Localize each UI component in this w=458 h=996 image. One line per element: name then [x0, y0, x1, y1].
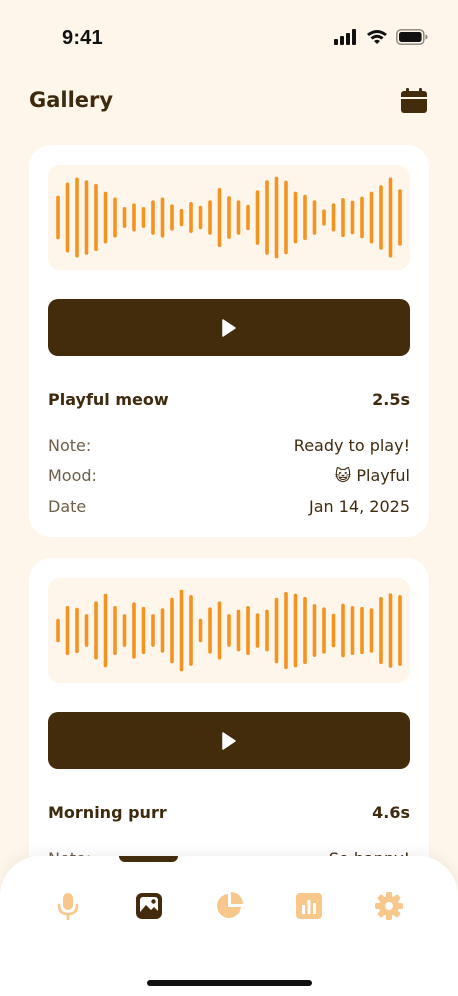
pie-chart-icon [217, 892, 243, 918]
gear-icon [375, 892, 403, 920]
recording-title: Playful meow [48, 390, 169, 409]
mood-row: Mood: 😺 Playful [48, 466, 410, 490]
tab-reports[interactable] [293, 890, 325, 922]
play-icon [222, 731, 236, 750]
calendar-button[interactable] [400, 87, 428, 115]
date-label: Date [48, 497, 87, 516]
waveform [48, 165, 410, 270]
tab-record[interactable] [52, 890, 84, 922]
tab-gallery[interactable] [133, 890, 165, 922]
status-icons [334, 29, 428, 45]
play-button[interactable] [48, 712, 410, 769]
tab-bar [0, 856, 458, 996]
wifi-icon [367, 30, 387, 44]
recording-card: Playful meow 2.5s Note: Ready to play! M… [29, 145, 429, 537]
waveform-graphic [56, 176, 402, 259]
waveform-graphic [56, 589, 402, 672]
note-label: Note: [48, 436, 92, 455]
battery-icon [396, 29, 428, 45]
active-tab-indicator [119, 856, 178, 862]
tab-mood-stats[interactable] [213, 890, 245, 922]
microphone-icon [57, 893, 79, 920]
note-value: Ready to play! [293, 436, 410, 455]
date-value: Jan 14, 2025 [309, 497, 410, 516]
mood-emoji: 😺 [334, 466, 352, 485]
play-icon [222, 318, 236, 337]
status-time: 9:41 [62, 27, 103, 49]
gallery-icon [136, 893, 162, 919]
waveform [48, 578, 410, 683]
status-bar: 9:41 [0, 0, 458, 70]
cellular-signal-icon [334, 29, 356, 45]
mood-value: 😺 Playful [335, 466, 410, 485]
bar-chart-icon [296, 893, 322, 919]
tab-settings[interactable] [373, 890, 405, 922]
recording-duration: 2.5s [372, 390, 410, 409]
header: Gallery [0, 76, 458, 126]
page-title: Gallery [29, 88, 114, 112]
mood-label: Mood: [48, 466, 97, 485]
mood-text: Playful [356, 466, 410, 485]
recording-duration: 4.6s [372, 803, 410, 822]
play-button[interactable] [48, 299, 410, 356]
date-row: Date Jan 14, 2025 [48, 497, 410, 521]
recording-title: Morning purr [48, 803, 167, 822]
calendar-icon [401, 88, 427, 113]
home-indicator [147, 980, 312, 986]
note-row: Note: Ready to play! [48, 436, 410, 460]
